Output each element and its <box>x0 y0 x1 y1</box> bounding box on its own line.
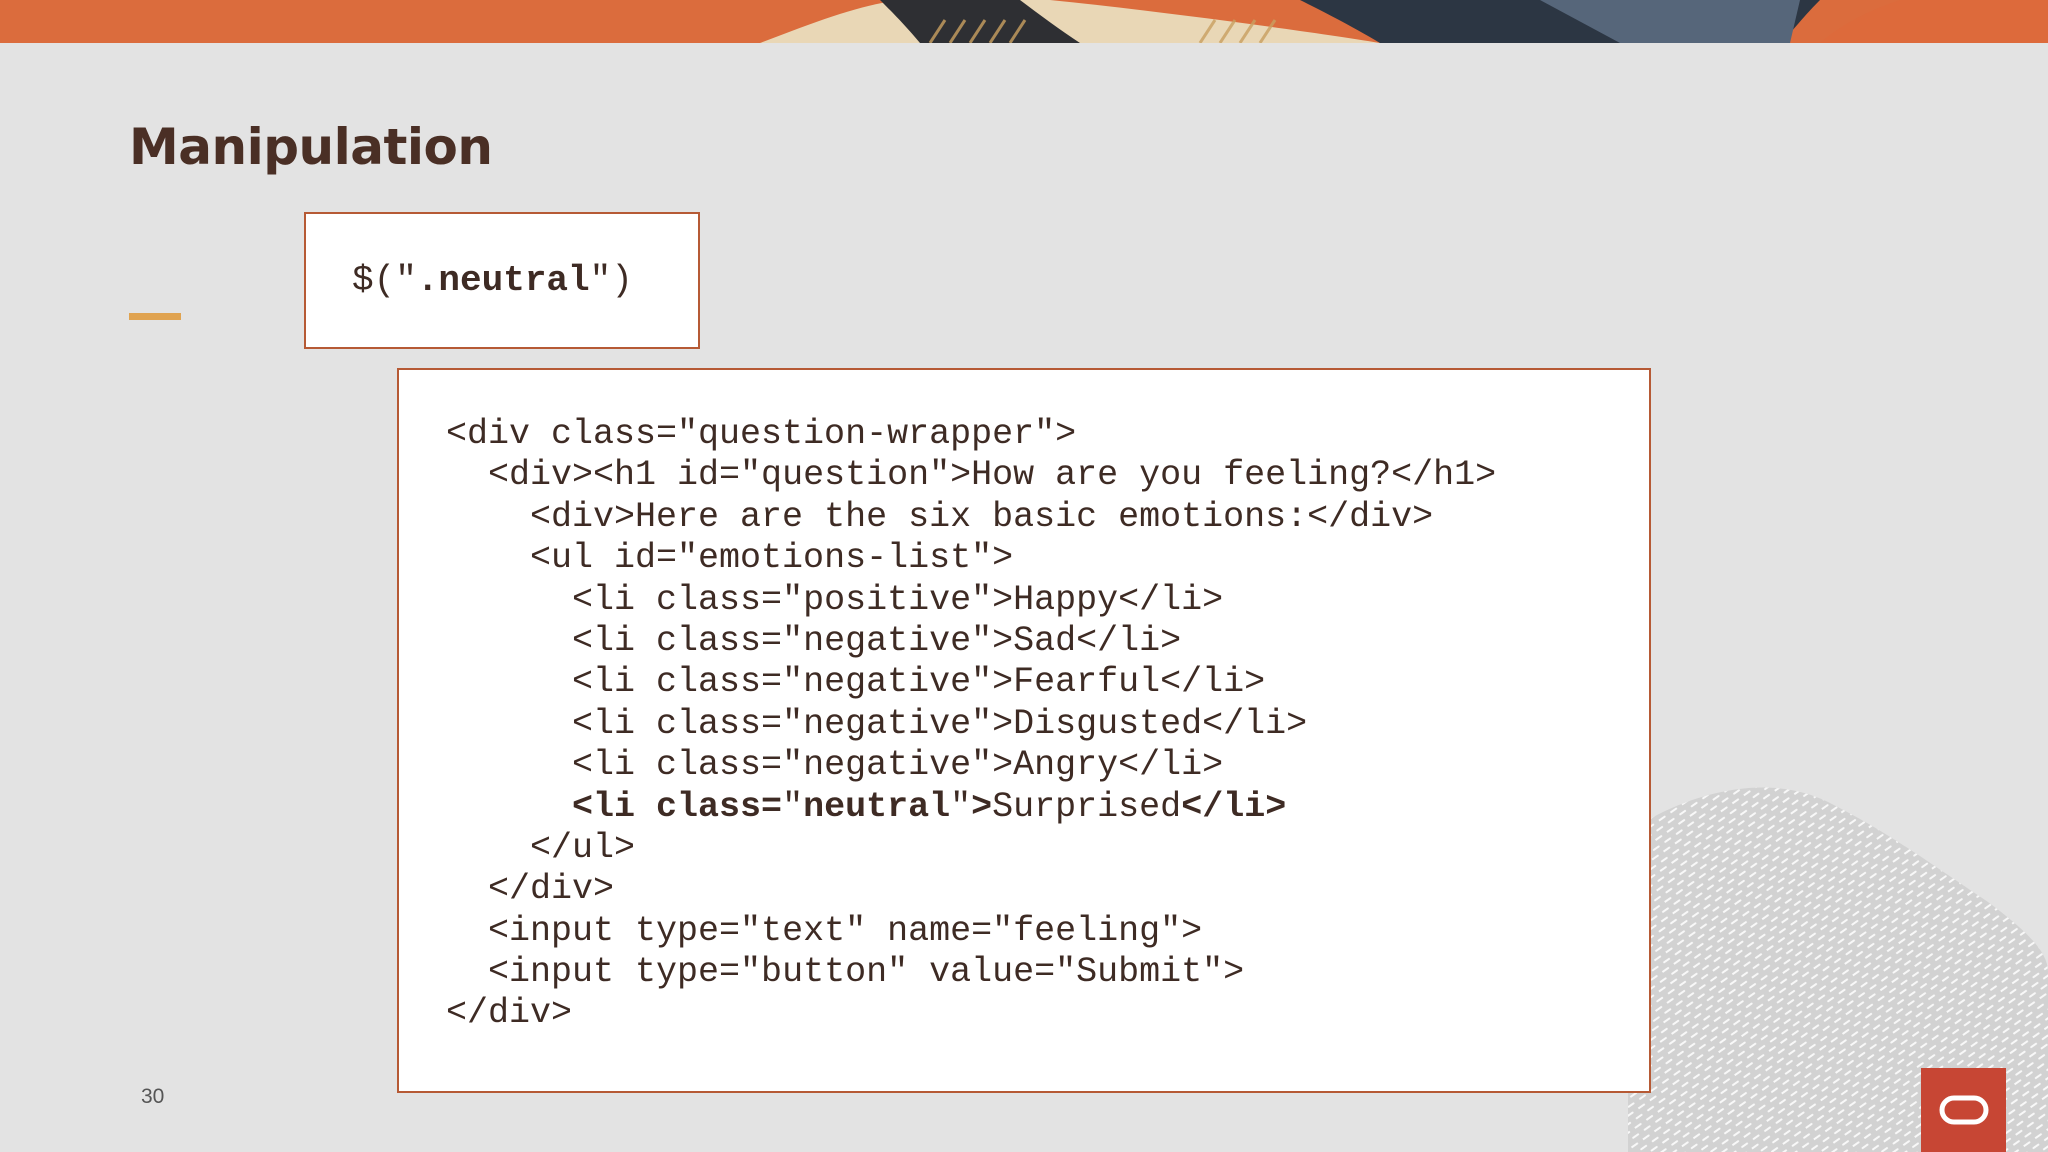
selector-expression: $(".neutral") <box>352 260 633 301</box>
selector-class: .neutral <box>416 260 590 301</box>
code-line: <input type="text" name="feeling"> <box>488 910 1203 951</box>
code-line: <ul id="emotions-list"> <box>530 538 1014 579</box>
code-line: </div> <box>446 993 573 1034</box>
html-code-box: <div class="question-wrapper"> <div><h1 … <box>397 368 1651 1093</box>
accent-bar <box>129 313 181 320</box>
selector-prefix: $(" <box>352 260 417 301</box>
header-decoration-band <box>0 0 2048 43</box>
code-line: <input type="button" value="Submit"> <box>488 952 1245 993</box>
code-line: <div>Here are the six basic emotions:</d… <box>530 496 1434 537</box>
code-line: <li class="positive">Happy</li> <box>572 579 1224 620</box>
oracle-logo-icon <box>1921 1068 2006 1152</box>
code-line: </ul> <box>530 827 636 868</box>
code-line: <li class="negative">Disgusted</li> <box>572 703 1308 744</box>
code-line: </div> <box>488 869 615 910</box>
code-line: <li class="negative">Fearful</li> <box>572 662 1266 703</box>
selector-suffix: ") <box>589 260 633 301</box>
code-line: <li class="negative">Sad</li> <box>572 620 1182 661</box>
decorative-artwork <box>0 0 2048 43</box>
code-line: <div><h1 id="question">How are you feeli… <box>488 455 1497 496</box>
selector-code-box: $(".neutral") <box>304 212 700 349</box>
page-number: 30 <box>141 1085 165 1108</box>
slide-title: Manipulation <box>129 118 493 176</box>
code-line-highlighted: <li class="neutral">Surprised</li> <box>572 786 1287 827</box>
code-line: <li class="negative">Angry</li> <box>572 745 1224 786</box>
code-line: <div class="question-wrapper"> <box>446 414 1077 454</box>
